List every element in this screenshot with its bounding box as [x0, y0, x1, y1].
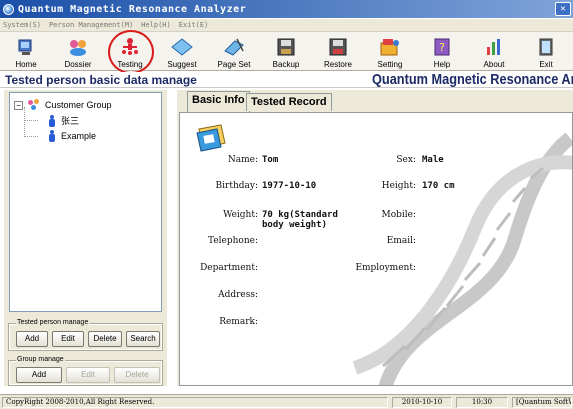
tab-basic-info[interactable]: Basic Info: [187, 91, 250, 112]
svg-text:?: ?: [439, 41, 445, 54]
suggest-button[interactable]: Suggest: [156, 32, 208, 71]
weight-label: Weight:: [223, 210, 258, 220]
tree-node-label: 张三: [61, 116, 80, 126]
tree-node-customer-group[interactable]: − Customer Group: [14, 99, 112, 111]
search-person-button[interactable]: Search: [126, 331, 160, 347]
weight-value-line: body weight): [262, 220, 328, 230]
restore-icon: [327, 36, 349, 58]
menu-bar: System(S) Person Management(M) Help(H) E…: [0, 19, 573, 31]
testing-icon: [119, 36, 141, 58]
sex-value: Male: [422, 155, 444, 165]
email-label: Email:: [386, 236, 416, 246]
copyright-text: CopyRight 2008-2010,All Right Reserved.: [2, 397, 388, 408]
app-icon: [3, 3, 14, 15]
tab-tested-record[interactable]: Tested Record: [246, 93, 332, 111]
title-bar: Quantum Magnetic Resonance Analyzer ✕: [0, 0, 573, 18]
exit-icon: [535, 36, 557, 58]
menu-system[interactable]: System(S): [3, 21, 41, 29]
add-person-button[interactable]: Add: [16, 331, 48, 347]
person-icon: [48, 130, 56, 142]
brand-title: Quantum Magnetic Resonance Anal: [372, 71, 573, 88]
right-panel: Basic Info Tested Record Name: Tom Sex: …: [177, 90, 573, 386]
delete-group-button[interactable]: Delete: [114, 367, 160, 383]
setting-icon: [379, 36, 401, 58]
group-manage-group: Group manage Add Edit Delete: [8, 356, 163, 386]
tree-node-person[interactable]: 张三: [48, 114, 79, 127]
restore-button[interactable]: Restore: [312, 32, 364, 71]
person-icon: [48, 114, 56, 127]
about-button[interactable]: About: [468, 32, 520, 71]
tree-node-person[interactable]: Example: [48, 130, 96, 142]
setting-button[interactable]: Setting: [364, 32, 416, 71]
backup-icon: [275, 36, 297, 58]
edit-person-button[interactable]: Edit: [52, 331, 84, 347]
suggest-icon: [171, 36, 193, 58]
status-bar: CopyRight 2008-2010,All Right Reserved. …: [0, 394, 573, 409]
tree-connector: [24, 120, 38, 121]
page-title: Tested person basic data manage: [5, 73, 197, 87]
telephone-label: Telephone:: [208, 236, 258, 246]
toolbar: Home Dossier Testing Suggest Page Set Ba…: [0, 30, 573, 74]
home-button[interactable]: Home: [0, 32, 52, 71]
menu-exit[interactable]: Exit(E): [179, 21, 209, 29]
mobile-label: Mobile:: [381, 210, 416, 220]
menu-person-management[interactable]: Person Management(M): [49, 21, 133, 29]
testing-button[interactable]: Testing: [104, 30, 156, 74]
page-set-icon: [223, 36, 245, 58]
about-icon: [483, 36, 505, 58]
height-value: 170 cm: [422, 181, 455, 191]
page-set-button[interactable]: Page Set: [208, 32, 260, 71]
status-date: 2010-10-10: [392, 397, 452, 408]
name-value: Tom: [262, 155, 279, 165]
edit-group-button[interactable]: Edit: [66, 367, 110, 383]
tree-node-label: Example: [61, 131, 97, 141]
exit-button[interactable]: Exit: [520, 32, 572, 71]
weight-value-line: 70 kg(Standard: [262, 210, 338, 220]
tree-connector: [24, 136, 38, 137]
dossier-button[interactable]: Dossier: [52, 32, 104, 71]
group-icon: [28, 99, 41, 111]
sex-label: Sex:: [396, 155, 416, 165]
home-icon: [15, 36, 37, 58]
tree-connector: [24, 107, 25, 137]
address-label: Address:: [218, 290, 258, 300]
status-company: [Quantum SoftW: [512, 397, 572, 408]
weight-value: 70 kg(Standard body weight): [262, 210, 338, 230]
menu-help[interactable]: Help(H): [141, 21, 171, 29]
remark-label: Remark:: [219, 317, 258, 327]
backup-button[interactable]: Backup: [260, 32, 312, 71]
employment-label: Employment:: [355, 263, 416, 273]
name-label: Name:: [227, 155, 258, 165]
department-label: Department:: [200, 263, 258, 273]
status-time: 10:30: [456, 397, 508, 408]
tree-node-label: Customer Group: [45, 100, 112, 110]
close-window-button[interactable]: ✕: [555, 2, 571, 16]
birthday-value: 1977-10-10: [262, 181, 317, 191]
height-label: Height:: [381, 181, 416, 191]
group-legend: Tested person manage: [16, 319, 90, 326]
help-icon: ?: [431, 36, 453, 58]
dossier-icon: [67, 36, 89, 58]
basic-info-panel: Name: Tom Sex: Male Birthday: 1977-10-10…: [179, 112, 573, 386]
customer-tree[interactable]: − Customer Group 张三 Example: [9, 92, 162, 312]
person-card-icon: [196, 124, 226, 152]
delete-person-button[interactable]: Delete: [88, 331, 122, 347]
group-legend: Group manage: [16, 356, 65, 363]
collapse-icon[interactable]: −: [14, 100, 23, 110]
header-bar: Tested person basic data manage Quantum …: [0, 71, 573, 88]
tested-person-manage-group: Tested person manage Add Edit Delete Sea…: [8, 319, 163, 351]
help-button[interactable]: ? Help: [416, 32, 468, 71]
add-group-button[interactable]: Add: [16, 367, 62, 383]
birthday-label: Birthday:: [215, 181, 258, 191]
window-title: Quantum Magnetic Resonance Analyzer: [18, 3, 247, 15]
left-panel: − Customer Group 张三 Example Tested perso…: [4, 90, 167, 386]
